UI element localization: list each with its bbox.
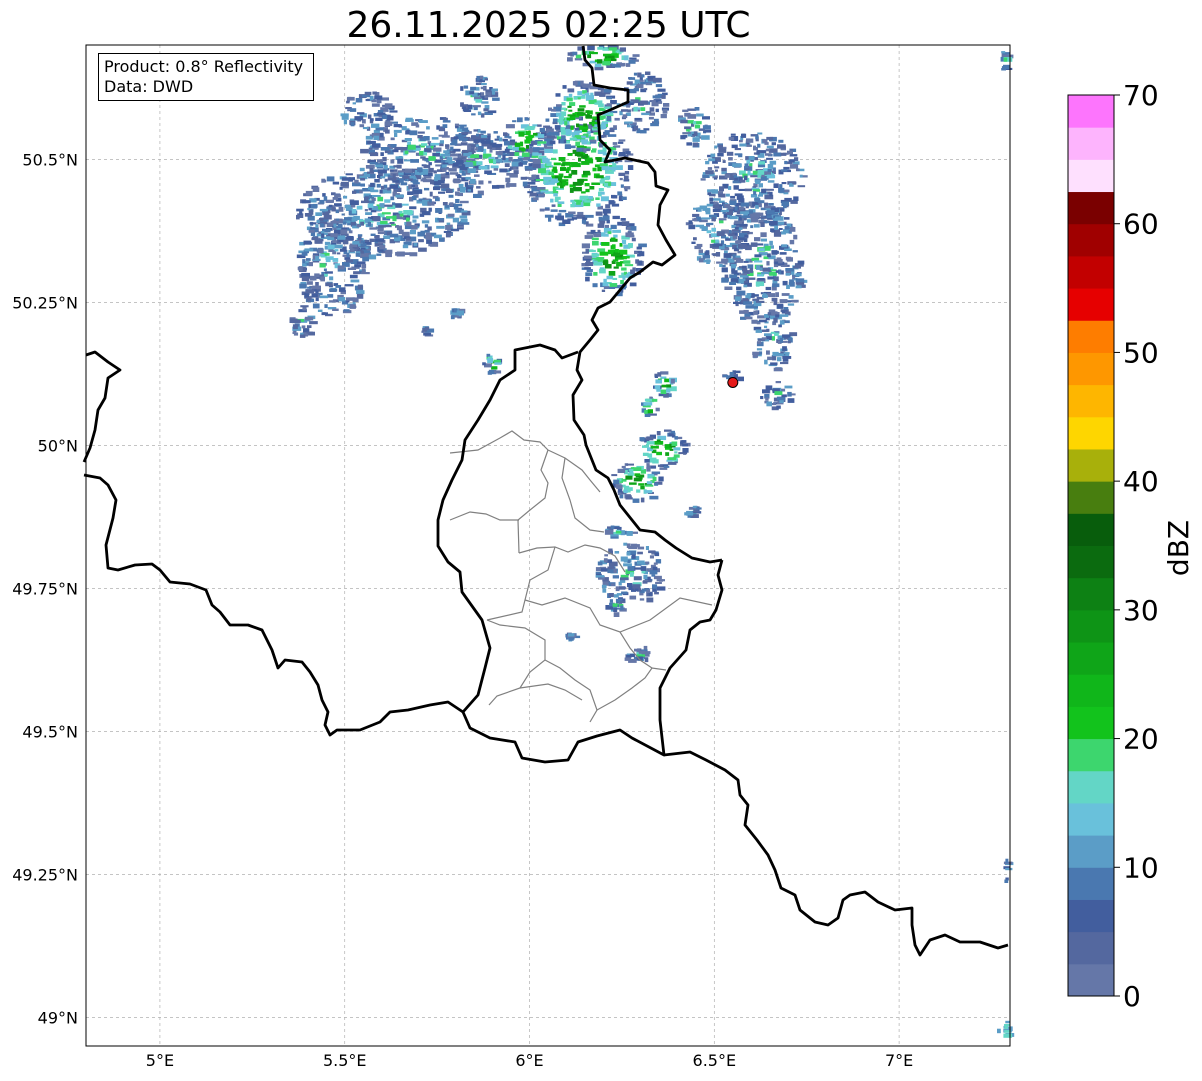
colorbar-segment [1068,127,1114,160]
colorbar-tick-label: 70 [1123,79,1159,112]
colorbar-label: dBZ [1162,520,1195,576]
colorbar-tick-label: 50 [1123,336,1159,369]
colorbar-segment [1068,223,1114,257]
colorbar-segment [1068,867,1114,900]
colorbar-segment [1068,95,1114,128]
colorbar-segment [1068,642,1114,675]
colorbar-tick-label: 20 [1123,723,1159,756]
colorbar-segment [1068,835,1114,868]
colorbar-segment [1068,963,1114,997]
colorbar-segment [1068,159,1114,193]
colorbar-tick-label: 40 [1123,465,1159,498]
colorbar-segment [1068,802,1114,836]
colorbar-tick-label: 0 [1123,980,1141,1013]
colorbar-ticks: 0 10 20 30 40 50 60 70 [1114,79,1159,1013]
colorbar-segment [1068,545,1114,579]
colorbar-segment [1068,288,1114,321]
colorbar-tick-label: 10 [1123,851,1159,884]
colorbar-segment [1068,770,1114,804]
colorbar-segment [1068,481,1114,514]
colorbar-segment [1068,706,1114,740]
colorbar-segment [1068,448,1114,482]
colorbar-segment [1068,320,1114,353]
colorbar-segment [1068,384,1114,418]
colorbar-segment [1068,416,1114,450]
colorbar-segment [1068,899,1114,933]
colorbar-segment [1068,609,1114,643]
colorbar-tick-label: 60 [1123,208,1159,241]
colorbar-segment [1068,352,1114,386]
colorbar-segment [1068,738,1114,772]
colorbar-segment [1068,674,1114,707]
colorbar: 0 10 20 30 40 50 60 70 dBZ [1067,79,1195,1013]
colorbar-segment [1068,577,1114,611]
colorbar-segments [1068,95,1114,997]
colorbar-segment [1068,191,1114,225]
colorbar-segment [1068,513,1114,546]
colorbar-tick-label: 30 [1123,594,1159,627]
colorbar-segment [1068,931,1114,965]
colorbar-segment [1068,255,1114,289]
